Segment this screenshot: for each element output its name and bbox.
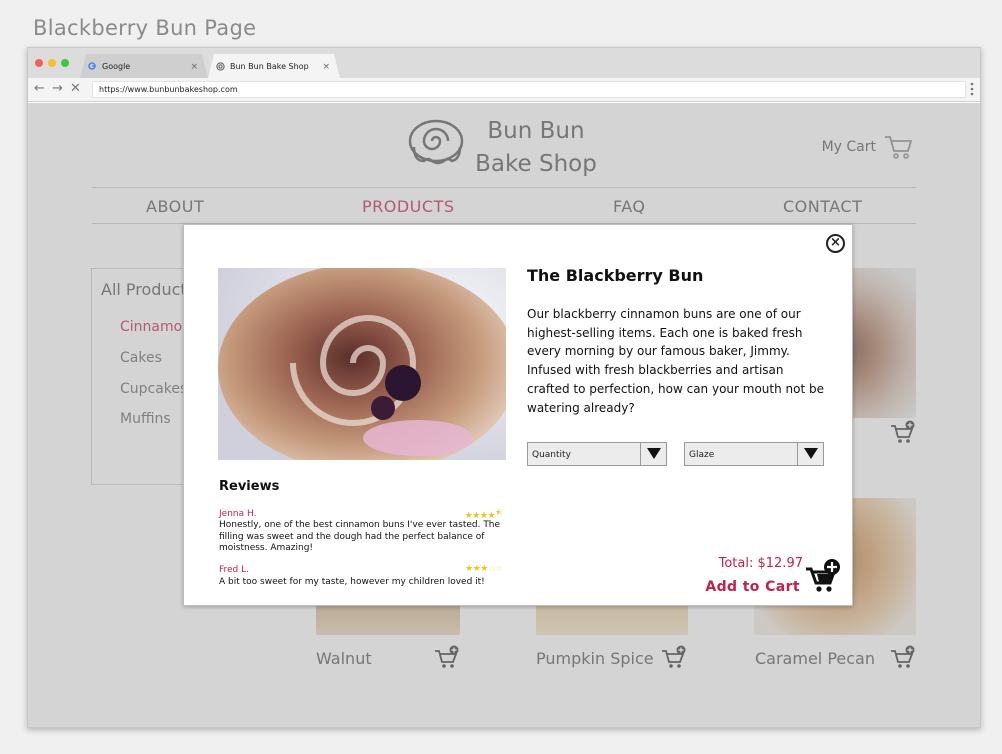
browser-window: Google × Bun Bun Bake Shop × ← → ✕ https… [27, 47, 981, 728]
back-arrow-icon[interactable]: ← [34, 81, 45, 96]
address-bar: ← → ✕ https://www.bunbunbakeshop.com [28, 78, 980, 102]
add-to-cart-button[interactable]: Add to Cart [705, 579, 800, 595]
bun-icon [216, 62, 225, 71]
browser-menu-icon[interactable] [970, 82, 974, 96]
product-title: The Blackberry Bun [527, 266, 704, 285]
close-icon[interactable]: × [826, 234, 845, 253]
chevron-down-icon[interactable] [640, 442, 666, 466]
tab-google[interactable]: Google × [80, 54, 208, 78]
review-author: Jenna H. [219, 509, 257, 519]
reviews-heading: Reviews [219, 479, 280, 494]
google-icon [88, 62, 96, 70]
tab-close-icon[interactable]: × [322, 62, 330, 72]
page-title: Blackberry Bun Page [33, 16, 257, 40]
glaze-select-label: Glaze [689, 450, 715, 460]
minimize-window-button[interactable] [48, 59, 56, 67]
review-text: Honestly, one of the best cinnamon buns … [219, 520, 501, 554]
product-modal: × The Blackberry Bun Our blackberry cinn… [183, 224, 853, 606]
page-viewport: Bun Bun Bake Shop My Cart ABOUT PRODUCTS… [28, 103, 980, 727]
forward-arrow-icon[interactable]: → [52, 81, 63, 96]
quantity-select-label: Quantity [532, 450, 571, 460]
glaze-select[interactable]: Glaze [684, 442, 824, 466]
blackberry-bun-photo [218, 268, 506, 460]
tab-bun-bun-bake-shop[interactable]: Bun Bun Bake Shop × [208, 54, 340, 78]
chevron-down-icon[interactable] [797, 442, 823, 466]
tab-label: Google [102, 62, 131, 71]
review-author: Fred L. [219, 565, 250, 575]
product-description: Our blackberry cinnamon buns are one of … [527, 307, 825, 415]
add-to-cart-icon[interactable] [805, 558, 841, 593]
tab-close-icon[interactable]: × [190, 62, 198, 72]
review-rating-stars: ★★★☆☆ [465, 564, 503, 574]
quantity-select[interactable]: Quantity [527, 442, 667, 466]
review-text: A bit too sweet for my taste, however my… [219, 577, 485, 587]
tab-label: Bun Bun Bake Shop [230, 62, 309, 71]
url-input[interactable]: https://www.bunbunbakeshop.com [92, 81, 966, 98]
stop-loading-icon[interactable]: ✕ [70, 81, 81, 96]
tab-bar: Google × Bun Bun Bake Shop × [28, 48, 980, 78]
maximize-window-button[interactable] [61, 59, 69, 67]
close-window-button[interactable] [35, 59, 43, 67]
order-total: Total: $12.97 [718, 556, 803, 571]
